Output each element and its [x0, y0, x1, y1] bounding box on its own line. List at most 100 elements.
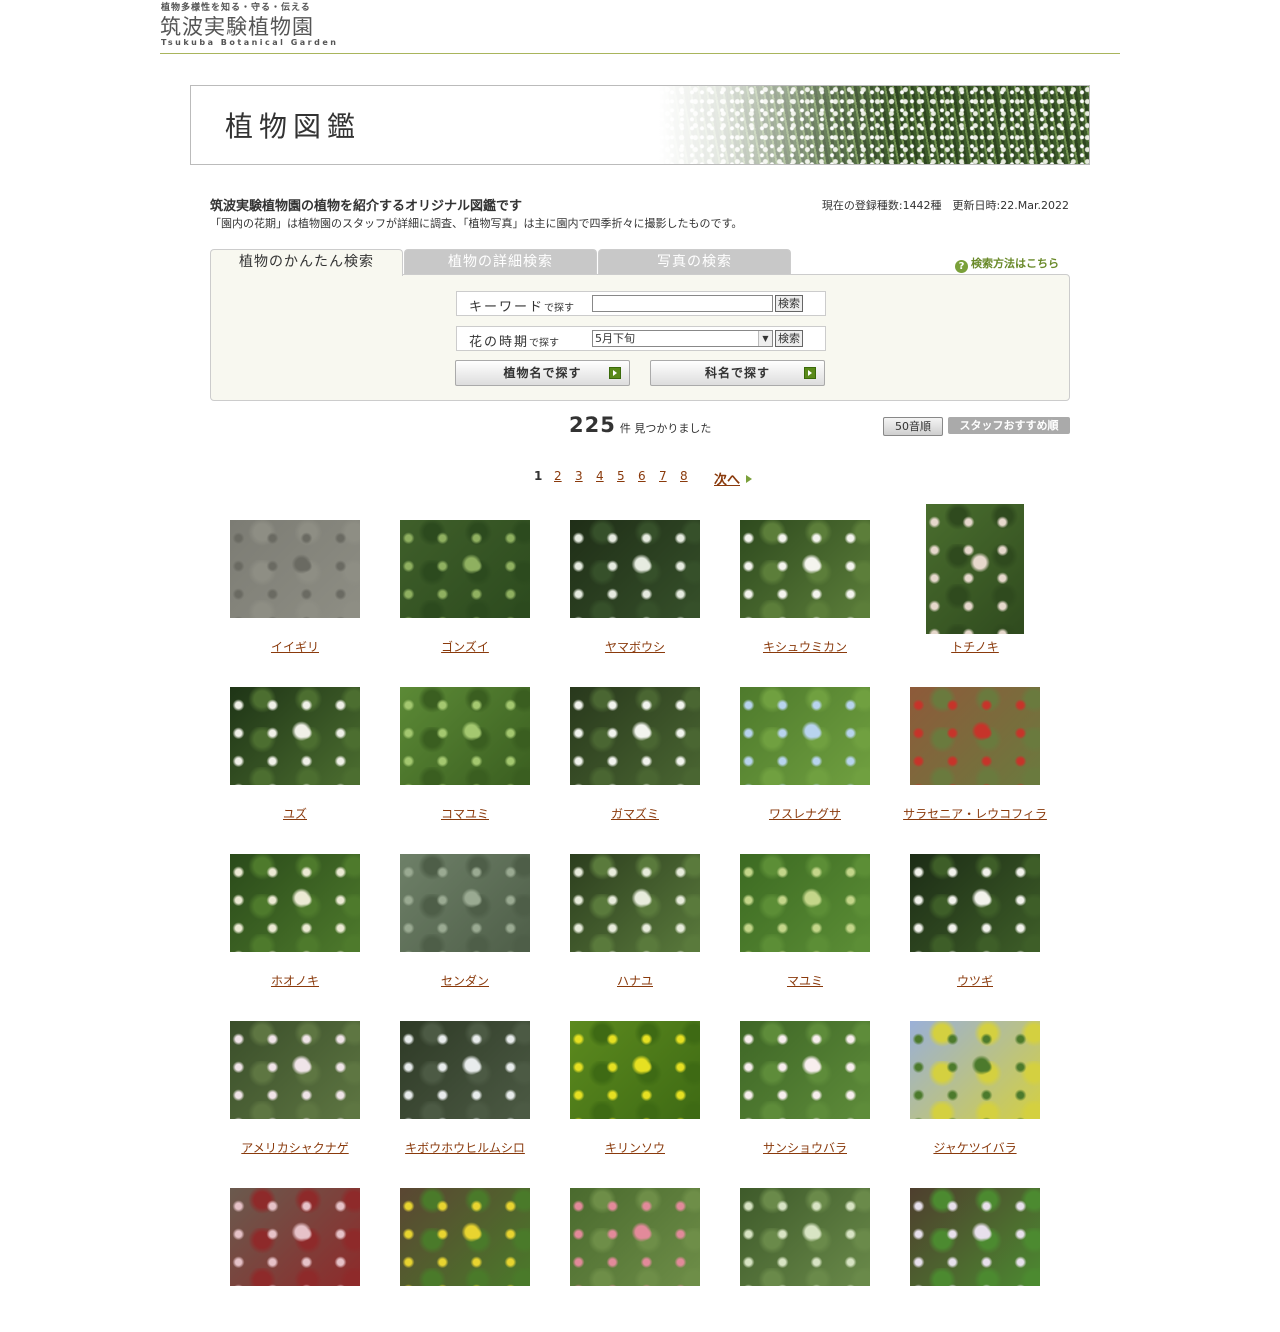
arrow-right-icon: [804, 367, 816, 379]
page-banner: 植物図鑑: [190, 85, 1090, 165]
intro-description: 「園内の花期」は植物園のスタッフが詳細に調査、「植物写真」は主に園内で四季折々に…: [210, 217, 743, 230]
plant-name-link[interactable]: ハナユ: [550, 972, 720, 989]
keyword-search-button[interactable]: 検索: [775, 295, 803, 312]
plant-card: キシュウミカン: [720, 504, 890, 664]
sort-staff-button[interactable]: スタッフおすすめ順: [948, 417, 1070, 434]
help-link[interactable]: ? 検索方法はこちら: [955, 255, 1059, 273]
period-select[interactable]: 5月下旬 ▼: [592, 330, 773, 347]
header-divider: [160, 53, 1120, 54]
plant-card: [380, 1172, 550, 1332]
page-link-4[interactable]: 4: [596, 469, 604, 483]
search-by-family-button[interactable]: 科名で探す: [650, 360, 825, 386]
plant-card: ジャケツイバラ: [890, 1005, 1060, 1165]
plant-card: トチノキ: [890, 504, 1060, 664]
plant-photo[interactable]: [740, 520, 870, 618]
keyword-input[interactable]: [592, 295, 773, 312]
period-search-button[interactable]: 検索: [775, 330, 803, 347]
plant-card: センダン: [380, 838, 550, 998]
question-icon: ?: [955, 260, 968, 273]
search-by-name-button[interactable]: 植物名で探す: [455, 360, 630, 386]
plant-name-link[interactable]: キシュウミカン: [720, 638, 890, 655]
sort-kana-button[interactable]: 50音順: [883, 417, 943, 436]
arrow-right-icon: [609, 367, 621, 379]
plant-card: ホオノキ: [210, 838, 380, 998]
result-count: 225 件 見つかりました: [569, 413, 712, 437]
plant-card: コマユミ: [380, 671, 550, 831]
plant-card: ゴンズイ: [380, 504, 550, 664]
plant-name-link[interactable]: サラセニア・レウコフィラ: [890, 805, 1060, 822]
plant-photo[interactable]: [570, 520, 700, 618]
plant-photo[interactable]: [910, 854, 1040, 952]
page-link-3[interactable]: 3: [575, 469, 583, 483]
plant-card: ユズ: [210, 671, 380, 831]
chevron-down-icon: ▼: [758, 331, 772, 346]
plant-card: ガマズミ: [550, 671, 720, 831]
plant-photo[interactable]: [230, 687, 360, 785]
plant-photo[interactable]: [570, 1188, 700, 1286]
plant-name-link[interactable]: ジャケツイバラ: [890, 1139, 1060, 1156]
plant-name-link[interactable]: マユミ: [720, 972, 890, 989]
plant-name-link[interactable]: トチノキ: [890, 638, 1060, 655]
plant-name-link[interactable]: キボウホウヒルムシロ: [380, 1139, 550, 1156]
plant-photo[interactable]: [740, 1188, 870, 1286]
plant-photo[interactable]: [740, 687, 870, 785]
plant-card: キリンソウ: [550, 1005, 720, 1165]
plant-name-link[interactable]: ウツギ: [890, 972, 1060, 989]
period-label: 花の時期: [469, 335, 530, 350]
plant-card: [890, 1172, 1060, 1332]
plant-photo[interactable]: [910, 687, 1040, 785]
plant-card: マユミ: [720, 838, 890, 998]
page-link-5[interactable]: 5: [617, 469, 625, 483]
plant-name-link[interactable]: コマユミ: [380, 805, 550, 822]
plant-name-link[interactable]: ヤマボウシ: [550, 638, 720, 655]
plant-photo[interactable]: [230, 1188, 360, 1286]
plant-photo[interactable]: [570, 687, 700, 785]
plant-card: イイギリ: [210, 504, 380, 664]
search-panel: キーワードで探す 検索 花の時期で探す 5月下旬 ▼ 検索: [210, 274, 1070, 401]
plant-card: [210, 1172, 380, 1332]
site-name: 筑波実験植物園: [160, 15, 314, 39]
tab-simple-search[interactable]: 植物のかんたん検索: [210, 249, 403, 276]
plant-name-link[interactable]: ワスレナグサ: [720, 805, 890, 822]
plant-photo[interactable]: [230, 1021, 360, 1119]
plant-card: アメリカシャクナゲ: [210, 1005, 380, 1165]
plant-name-link[interactable]: センダン: [380, 972, 550, 989]
page-link-7[interactable]: 7: [659, 469, 667, 483]
plant-photo[interactable]: [230, 520, 360, 618]
plant-card: [720, 1172, 890, 1332]
plant-photo[interactable]: [400, 1021, 530, 1119]
page-title: 植物図鑑: [225, 110, 362, 143]
plant-name-link[interactable]: サンショウバラ: [720, 1139, 890, 1156]
page-link-6[interactable]: 6: [638, 469, 646, 483]
plant-photo[interactable]: [926, 504, 1024, 634]
plant-photo[interactable]: [400, 687, 530, 785]
plant-card: ハナユ: [550, 838, 720, 998]
plant-photo[interactable]: [570, 1021, 700, 1119]
page-link-2[interactable]: 2: [554, 469, 562, 483]
site-logo[interactable]: 植物多様性を知る・守る・伝える 筑波実験植物園 Tsukuba Botanica…: [160, 0, 360, 50]
plant-photo[interactable]: [230, 854, 360, 952]
plant-card: ウツギ: [890, 838, 1060, 998]
plant-card: ヤマボウシ: [550, 504, 720, 664]
plant-name-link[interactable]: ユズ: [210, 805, 380, 822]
tab-detailed-search[interactable]: 植物の詳細検索: [404, 249, 597, 275]
plant-photo[interactable]: [400, 1188, 530, 1286]
plant-photo[interactable]: [400, 520, 530, 618]
plant-photo[interactable]: [910, 1021, 1040, 1119]
plant-photo[interactable]: [740, 854, 870, 952]
plant-card: サンショウバラ: [720, 1005, 890, 1165]
page-link-8[interactable]: 8: [680, 469, 688, 483]
plant-name-link[interactable]: ガマズミ: [550, 805, 720, 822]
plant-name-link[interactable]: アメリカシャクナゲ: [210, 1139, 380, 1156]
plant-photo[interactable]: [570, 854, 700, 952]
plant-photo[interactable]: [910, 1188, 1040, 1286]
plant-name-link[interactable]: キリンソウ: [550, 1139, 720, 1156]
plant-name-link[interactable]: ゴンズイ: [380, 638, 550, 655]
next-page-link[interactable]: 次へ: [714, 469, 753, 488]
plant-name-link[interactable]: イイギリ: [210, 638, 380, 655]
plant-photo[interactable]: [400, 854, 530, 952]
registration-stats: 現在の登録種数:1442種 更新日時:22.Mar.2022: [821, 199, 1069, 212]
plant-name-link[interactable]: ホオノキ: [210, 972, 380, 989]
plant-photo[interactable]: [740, 1021, 870, 1119]
tab-photo-search[interactable]: 写真の検索: [598, 249, 791, 275]
